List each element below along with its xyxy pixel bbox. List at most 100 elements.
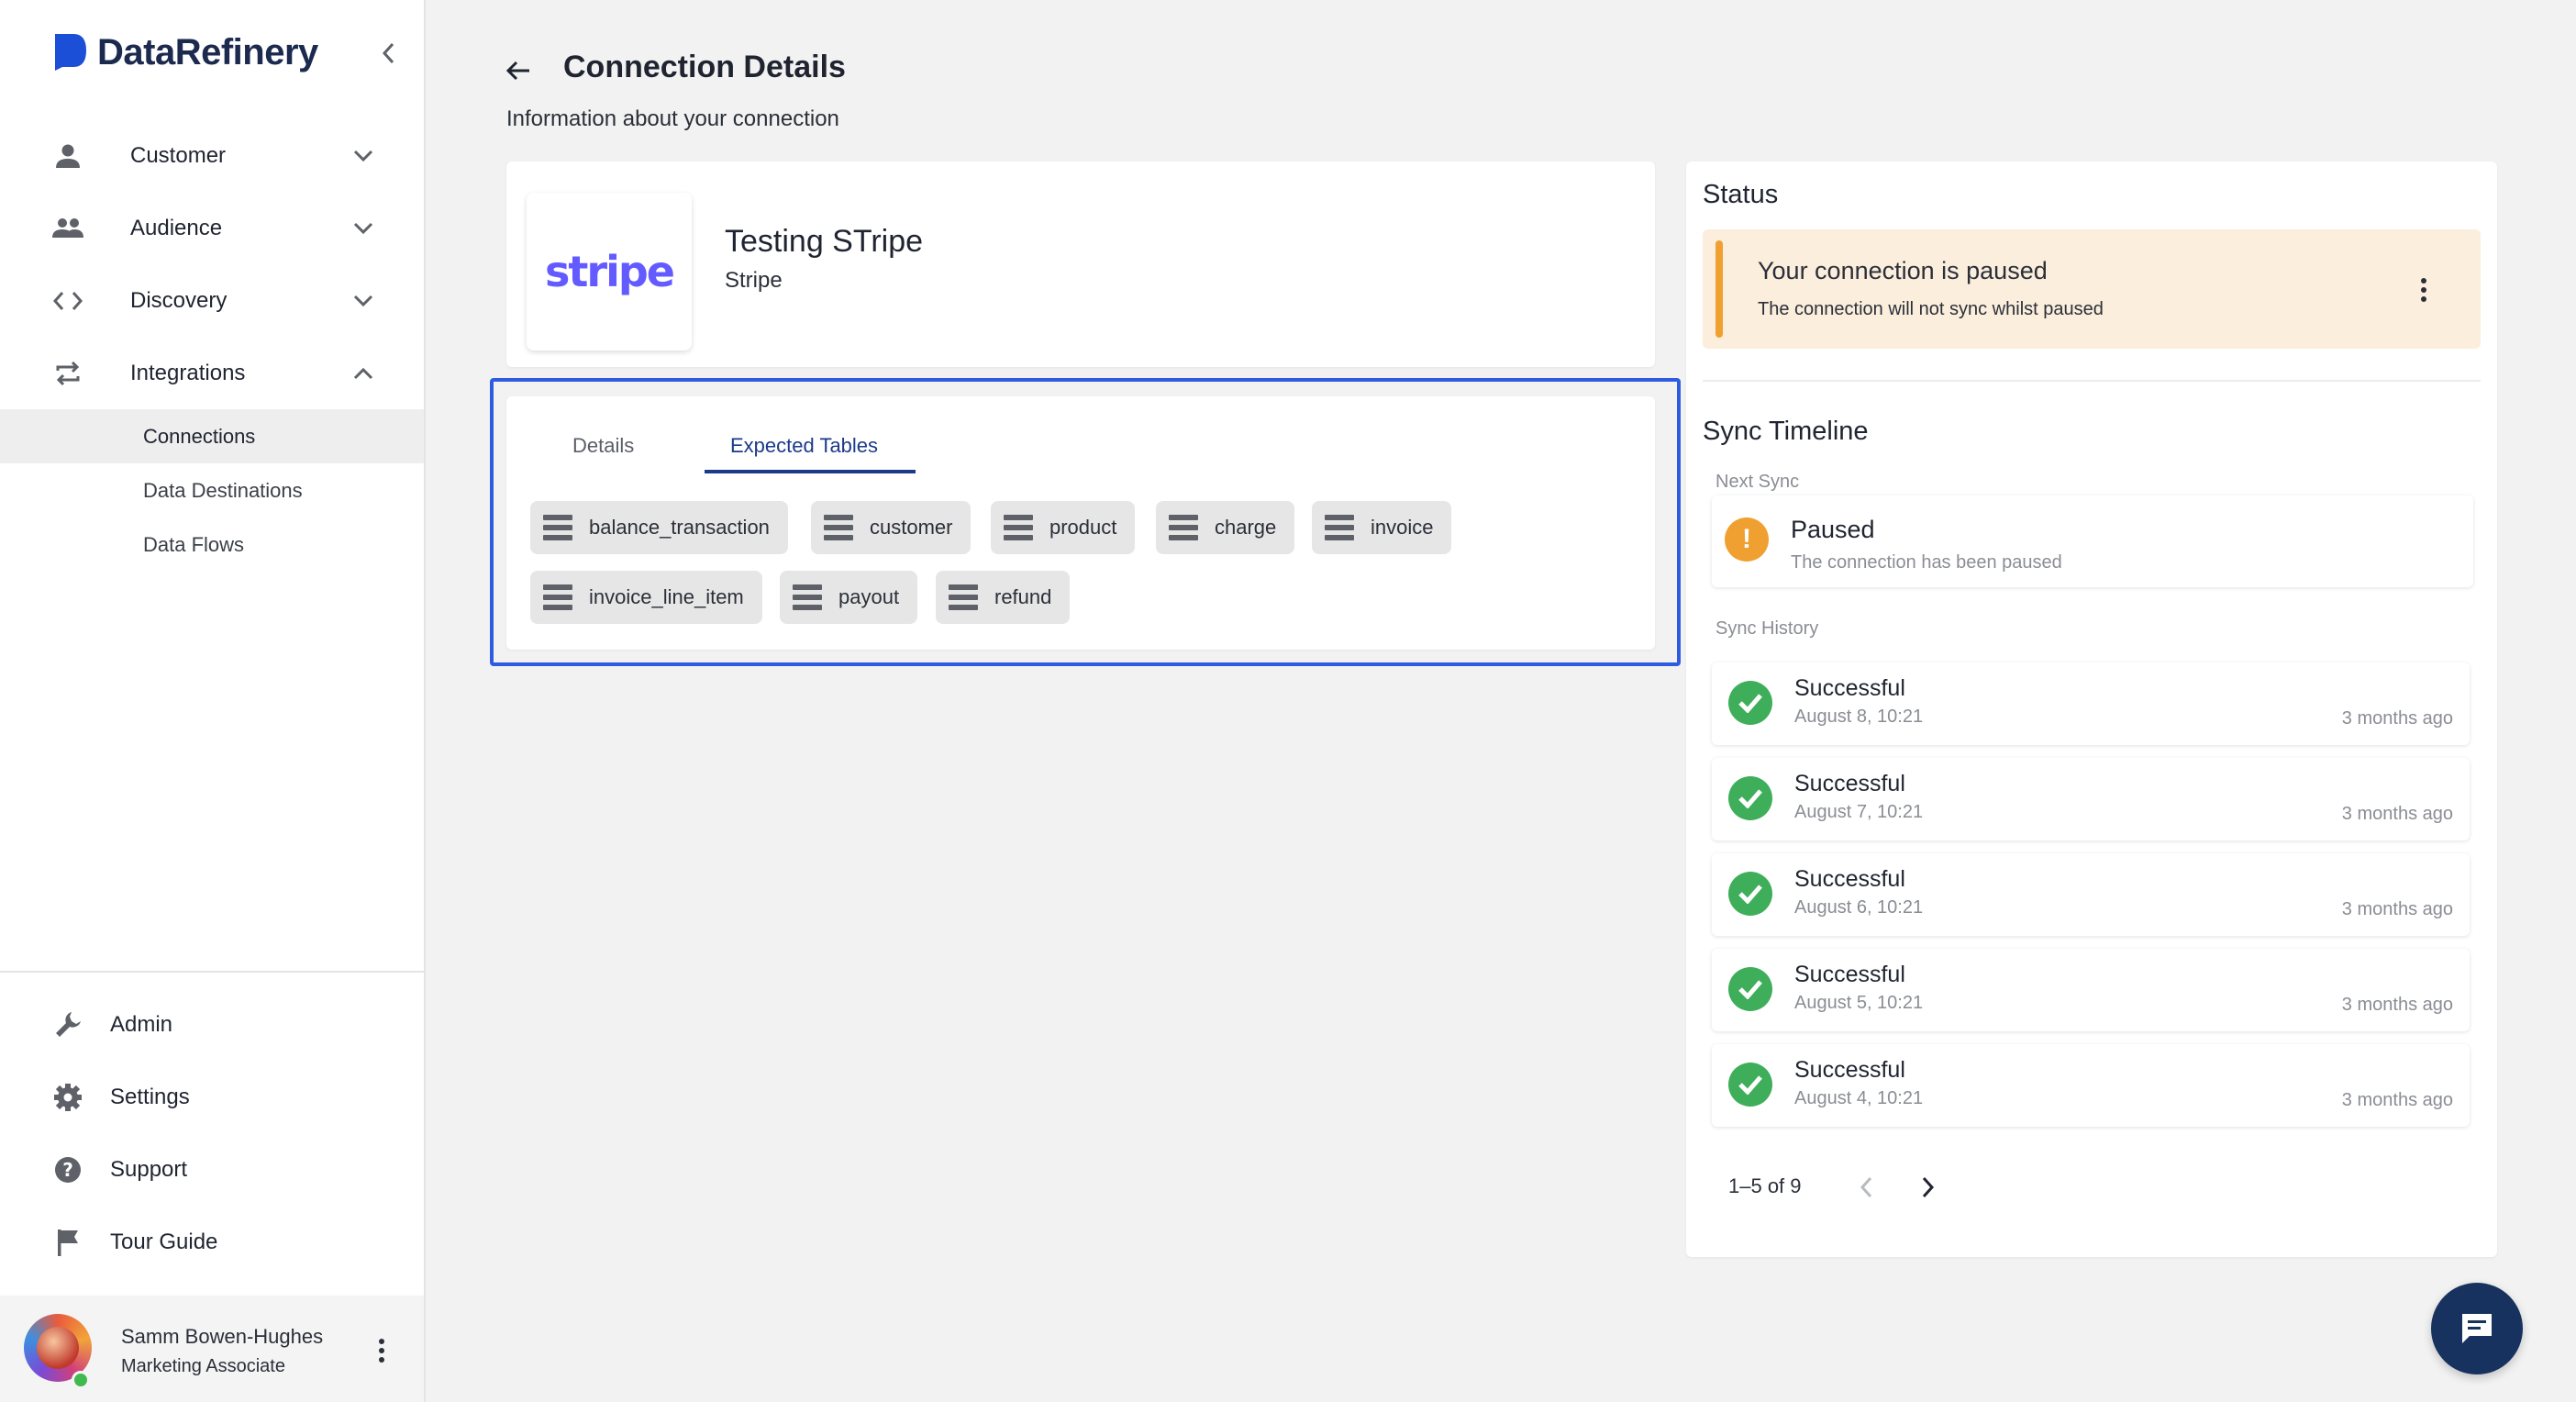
history-relative-time: 3 months ago: [2341, 708, 2453, 729]
sync-history-row: Successful August 6, 10:21 3 months ago: [1712, 853, 2470, 936]
nav-item-support[interactable]: ? Support: [0, 1133, 424, 1206]
group-icon: [51, 212, 84, 245]
check-circle-icon: [1728, 681, 1772, 725]
history-relative-time: 3 months ago: [2341, 899, 2453, 919]
table-chip-invoice-line-item[interactable]: invoice_line_item: [530, 571, 762, 624]
person-icon: [51, 139, 84, 172]
alert-accent-bar: [1715, 240, 1723, 338]
chip-label: invoice: [1371, 516, 1434, 539]
history-status: Successful: [1794, 1057, 1905, 1083]
back-button[interactable]: [501, 53, 536, 88]
sidebar-divider: [0, 971, 424, 973]
sidebar-item-data-destinations[interactable]: Data Destinations: [0, 463, 424, 517]
nav-item-admin[interactable]: Admin: [0, 988, 424, 1061]
nav-label: Integrations: [130, 360, 246, 385]
table-chip-payout[interactable]: payout: [780, 571, 918, 624]
table-rows-icon: [543, 584, 572, 610]
brand[interactable]: DataRefinery: [53, 28, 318, 77]
table-rows-icon: [793, 584, 822, 610]
table-chip-product[interactable]: product: [991, 501, 1136, 554]
nav-item-tour-guide[interactable]: Tour Guide: [0, 1206, 424, 1278]
user-menu-button[interactable]: [371, 1332, 393, 1369]
next-sync-card: ! Paused The connection has been paused: [1712, 495, 2473, 587]
table-rows-icon: [1004, 515, 1033, 540]
chip-label: customer: [870, 516, 953, 539]
table-rows-icon: [1169, 515, 1198, 540]
chevron-left-icon: [382, 42, 394, 64]
nav-label: Tour Guide: [110, 1229, 218, 1254]
user-name: Samm Bowen-Hughes: [121, 1325, 324, 1348]
brand-name: DataRefinery: [97, 31, 318, 72]
chevron-left-icon: [1860, 1176, 1872, 1198]
nav-label: Settings: [110, 1084, 190, 1109]
history-date: August 6, 10:21: [1794, 897, 1924, 918]
next-sync-status: Paused: [1791, 516, 1875, 543]
bottom-nav: Admin Settings ? Support Tour Guide: [0, 988, 424, 1278]
nav-item-audience[interactable]: Audience: [0, 192, 424, 264]
sync-history-row: Successful August 5, 10:21 3 months ago: [1712, 949, 2470, 1031]
check-circle-icon: [1728, 872, 1772, 916]
check-circle-icon: [1728, 967, 1772, 1011]
warning-icon: !: [1725, 517, 1769, 562]
next-sync-description: The connection has been paused: [1791, 552, 2062, 573]
sidebar-item-connections[interactable]: Connections: [0, 409, 424, 463]
table-rows-icon: [949, 584, 978, 610]
arrow-left-icon: [505, 61, 529, 81]
table-rows-icon: [824, 515, 853, 540]
connection-logo: stripe: [527, 193, 692, 350]
next-page-button[interactable]: [1912, 1171, 1945, 1204]
wrench-icon: [51, 1008, 84, 1041]
table-chip-invoice[interactable]: invoice: [1312, 501, 1452, 554]
alert-menu-button[interactable]: [2413, 272, 2435, 308]
connection-type: Stripe: [725, 268, 783, 293]
gear-icon: [51, 1081, 84, 1114]
nav-item-settings[interactable]: Settings: [0, 1061, 424, 1133]
sidebar-item-data-flows[interactable]: Data Flows: [0, 517, 424, 572]
chip-label: balance_transaction: [589, 516, 770, 539]
nav-label: Admin: [110, 1011, 173, 1037]
history-date: August 4, 10:21: [1794, 1088, 1924, 1108]
nav-item-discovery[interactable]: Discovery: [0, 264, 424, 337]
code-icon: [51, 284, 84, 317]
page-title: Connection Details: [563, 50, 846, 84]
history-relative-time: 3 months ago: [2341, 1090, 2453, 1110]
user-role: Marketing Associate: [121, 1356, 285, 1376]
history-status: Successful: [1794, 962, 1905, 987]
active-tab-indicator: [705, 470, 916, 473]
history-date: August 5, 10:21: [1794, 993, 1924, 1013]
previous-page-button[interactable]: [1849, 1171, 1882, 1204]
more-vertical-icon: [2421, 278, 2426, 302]
table-rows-icon: [543, 515, 572, 540]
paused-alert: Your connection is paused The connection…: [1703, 229, 2481, 349]
history-date: August 7, 10:21: [1794, 802, 1924, 822]
chat-icon: [2462, 1314, 2492, 1343]
chevron-up-icon[interactable]: [349, 359, 378, 388]
timeline-title: Sync Timeline: [1703, 417, 1869, 446]
table-chip-balance-transaction[interactable]: balance_transaction: [530, 501, 788, 554]
chevron-down-icon[interactable]: [349, 141, 378, 171]
table-chip-refund[interactable]: refund: [936, 571, 1071, 624]
chevron-down-icon[interactable]: [349, 214, 378, 243]
table-chip-customer[interactable]: customer: [811, 501, 972, 554]
nav-item-customer[interactable]: Customer: [0, 119, 424, 192]
alert-title: Your connection is paused: [1758, 257, 2048, 284]
help-icon: ?: [51, 1153, 84, 1186]
connection-name: Testing STripe: [725, 224, 924, 259]
alert-subtitle: The connection will not sync whilst paus…: [1758, 299, 2104, 319]
chip-label: product: [1049, 516, 1117, 539]
sync-history-label: Sync History: [1715, 618, 1819, 639]
table-chip-charge[interactable]: charge: [1156, 501, 1295, 554]
history-status: Successful: [1794, 771, 1905, 796]
nav-item-integrations[interactable]: Integrations: [0, 337, 424, 409]
collapse-sidebar-button[interactable]: [374, 37, 402, 70]
history-date: August 8, 10:21: [1794, 707, 1924, 727]
sync-history-row: Successful August 4, 10:21 3 months ago: [1712, 1044, 2470, 1127]
next-sync-label: Next Sync: [1715, 472, 1800, 492]
chat-button[interactable]: [2431, 1283, 2523, 1374]
tab-details[interactable]: Details: [572, 418, 634, 473]
svg-text:?: ?: [62, 1159, 73, 1181]
chevron-down-icon[interactable]: [349, 286, 378, 316]
nav-label: Discovery: [130, 287, 228, 313]
chip-label: payout: [838, 585, 900, 608]
tab-expected-tables[interactable]: Expected Tables: [730, 418, 878, 473]
